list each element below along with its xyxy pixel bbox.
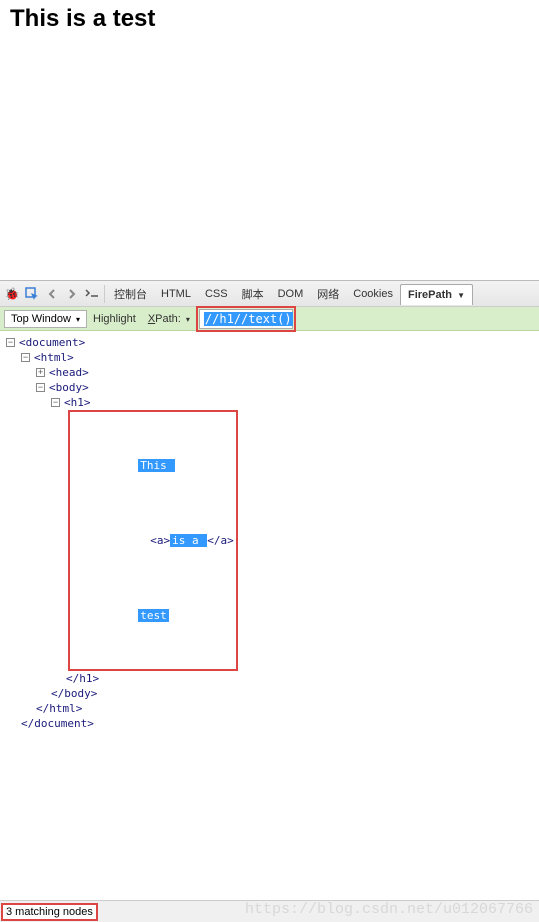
page-heading: This is a test — [10, 5, 529, 33]
matched-text-node[interactable]: This — [138, 459, 175, 472]
tab-css[interactable]: CSS — [198, 284, 235, 304]
xpath-label-text: Path: — [155, 313, 181, 325]
context-dropdown-label: Top Window — [11, 313, 71, 325]
tab-script[interactable]: 脚本 — [235, 282, 271, 306]
tree-node-body[interactable]: − <body> — [6, 380, 533, 395]
status-bar: 3 matching nodes — [0, 900, 539, 922]
dropdown-arrow-icon: ▾ — [186, 315, 190, 324]
tree-node-a-close[interactable]: </a> — [207, 534, 234, 547]
dropdown-arrow-icon: ▼ — [457, 291, 465, 300]
tree-node-head[interactable]: + <head> — [6, 365, 533, 380]
tab-cookies[interactable]: Cookies — [346, 284, 400, 304]
tab-network[interactable]: 网络 — [310, 282, 346, 306]
xpath-input-value: //h1//text() — [204, 312, 293, 326]
tree-node-html[interactable]: − <html> — [6, 350, 533, 365]
devtools-toolbar: 🐞 控制台 HTML CSS 脚本 DOM 网络 Cookies FirePat… — [0, 281, 539, 307]
tab-console[interactable]: 控制台 — [107, 282, 154, 306]
tab-dom[interactable]: DOM — [271, 284, 311, 304]
devtools-panel: 🐞 控制台 HTML CSS 脚本 DOM 网络 Cookies FirePat… — [0, 280, 539, 735]
expand-icon[interactable]: + — [36, 368, 45, 377]
nav-forward-icon[interactable] — [62, 283, 82, 305]
highlight-button[interactable]: Highlight — [93, 313, 136, 325]
command-line-icon[interactable] — [82, 283, 102, 305]
collapse-icon[interactable]: − — [51, 398, 60, 407]
result-count: 3 matching nodes — [6, 906, 93, 918]
tree-node-a-open[interactable]: <a> — [150, 534, 170, 547]
result-count-annotation: 3 matching nodes — [1, 903, 98, 921]
firepath-bar: Top Window ▾ Highlight XPath: ▾ //h1//te… — [0, 307, 539, 331]
dropdown-arrow-icon: ▾ — [76, 315, 80, 324]
nav-back-icon[interactable] — [42, 283, 62, 305]
tree-node-document[interactable]: − <document> — [6, 335, 533, 350]
xpath-mode-dropdown[interactable]: XPath: ▾ — [148, 313, 190, 325]
inspect-icon[interactable] — [22, 283, 42, 305]
tree-node-document-close[interactable]: </document> — [6, 716, 533, 731]
matched-text-node[interactable]: test — [138, 609, 169, 622]
tab-html[interactable]: HTML — [154, 284, 198, 304]
tree-node-body-close[interactable]: </body> — [6, 686, 533, 701]
matched-text-node[interactable]: is a — [170, 534, 207, 547]
collapse-icon[interactable]: − — [21, 353, 30, 362]
tree-node-h1-close[interactable]: </h1> — [6, 671, 533, 686]
xpath-input-annotation: //h1//text() — [196, 306, 296, 332]
firebug-icon[interactable]: 🐞 — [2, 283, 22, 305]
rendered-page: This is a test — [0, 0, 539, 280]
collapse-icon[interactable]: − — [36, 383, 45, 392]
context-dropdown[interactable]: Top Window ▾ — [4, 310, 87, 328]
tab-firepath-label: FirePath — [408, 289, 452, 301]
tab-firepath[interactable]: FirePath ▼ — [400, 284, 473, 305]
tree-node-h1[interactable]: − <h1> — [6, 395, 533, 410]
collapse-icon[interactable]: − — [6, 338, 15, 347]
xpath-input[interactable]: //h1//text() — [199, 309, 293, 329]
dom-tree-panel: − <document> − <html> + <head> − <body> … — [0, 331, 539, 735]
tree-node-html-close[interactable]: </html> — [6, 701, 533, 716]
tree-h1-content-annotation: This <a>is a </a> test — [6, 410, 533, 671]
